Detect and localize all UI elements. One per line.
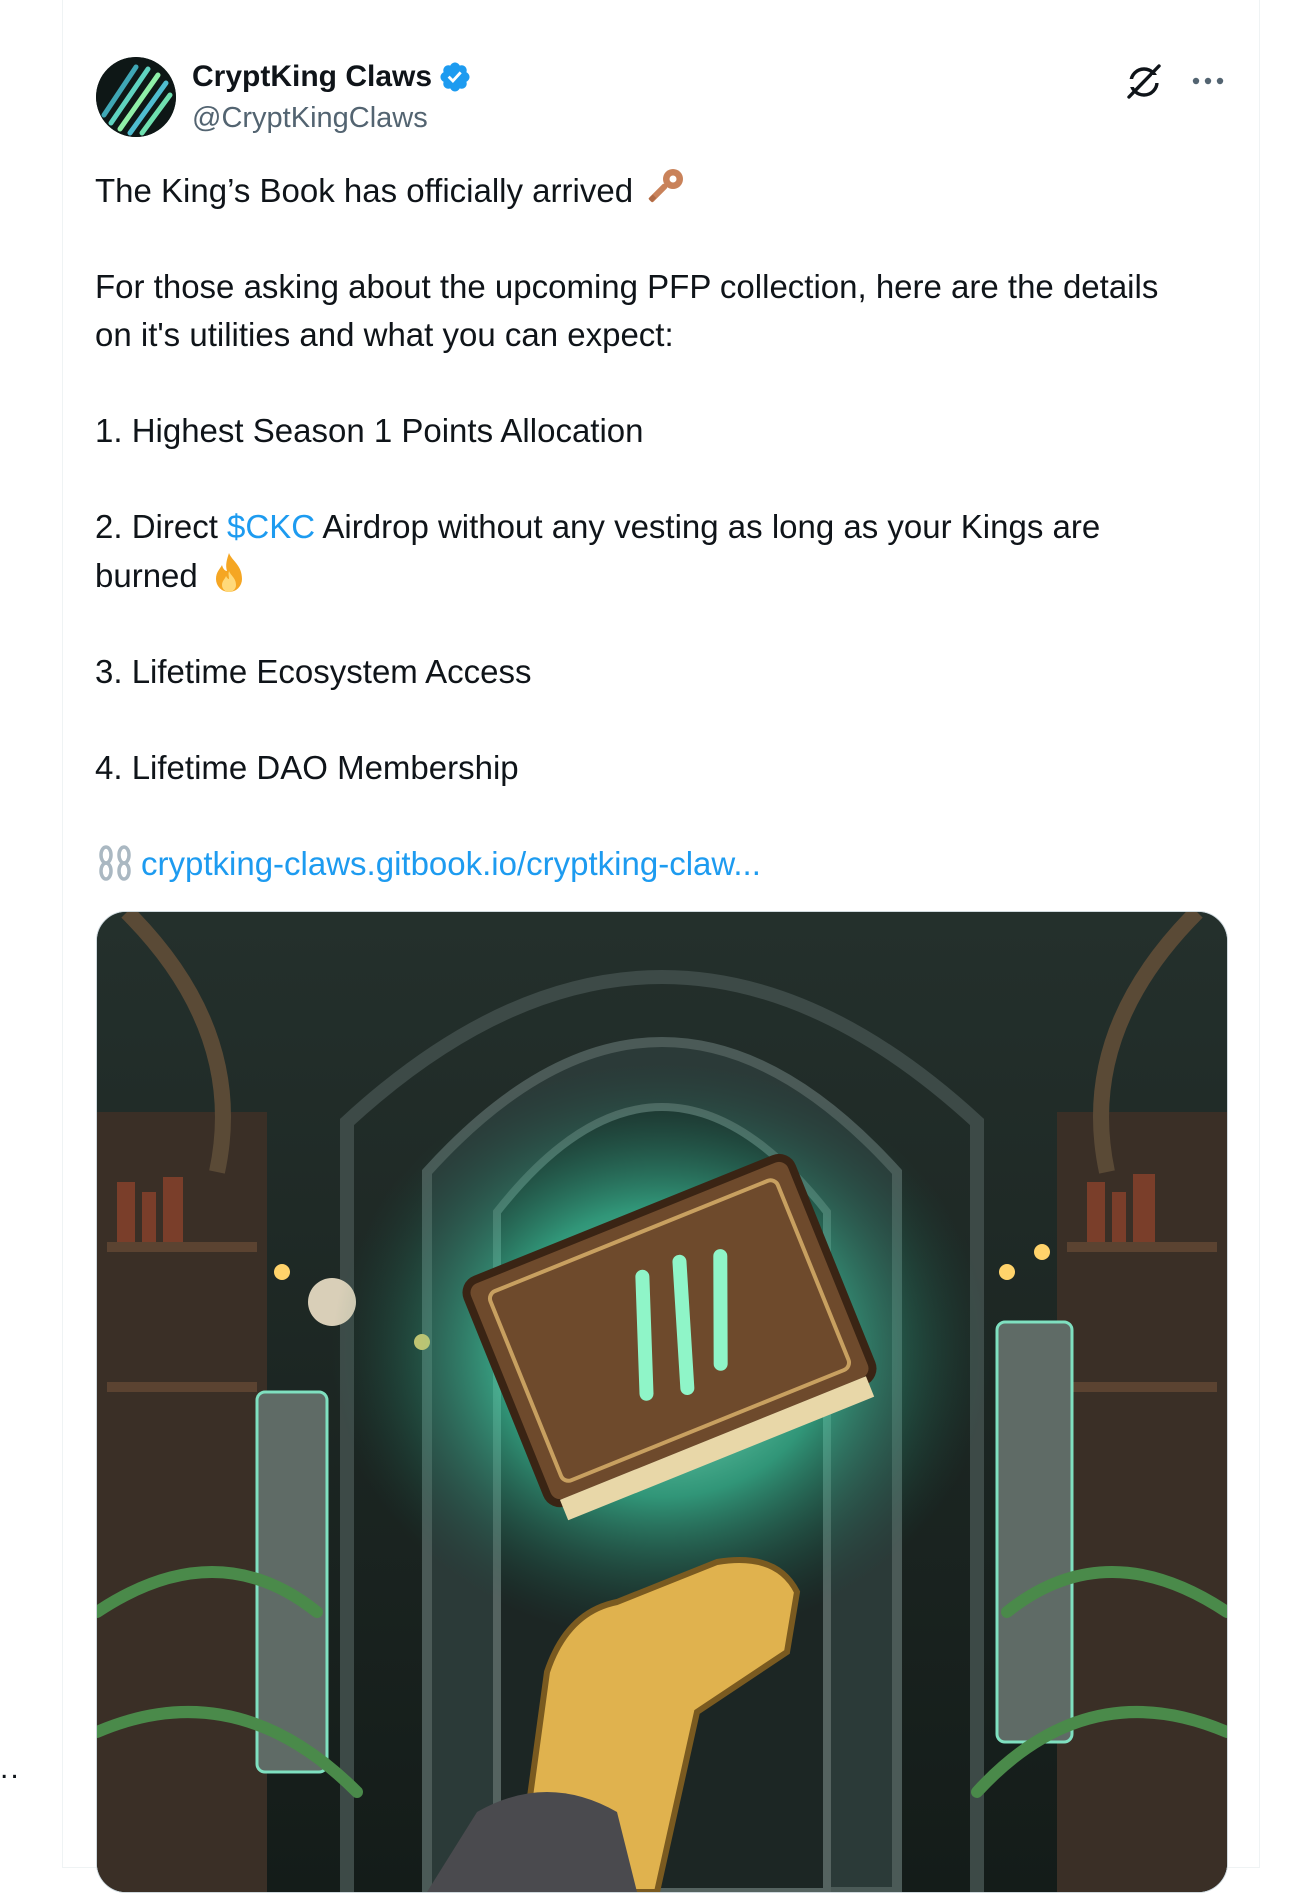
author-name[interactable]: CryptKing Claws bbox=[192, 60, 432, 94]
more-dots-icon bbox=[1192, 77, 1224, 85]
key-emoji-icon bbox=[648, 169, 684, 203]
list-item-1: 1. Highest Season 1 Points Allocation bbox=[95, 412, 644, 449]
list-item-4: 4. Lifetime DAO Membership bbox=[95, 749, 519, 786]
cashtag-link[interactable]: $CKC bbox=[227, 508, 315, 545]
more-options-button[interactable] bbox=[1187, 60, 1229, 102]
left-edge-dots: .. bbox=[0, 1752, 21, 1785]
text-line: The King’s Book has officially arrived bbox=[95, 166, 1235, 215]
glowing-book-illustration-icon bbox=[97, 912, 1227, 1892]
fire-emoji-icon bbox=[215, 553, 242, 592]
external-url-link[interactable]: cryptking-claws.gitbook.io/cryptking-cla… bbox=[141, 845, 761, 882]
list-item-2: 2. Direct $CKC Airdrop without any vesti… bbox=[95, 508, 1101, 545]
claw-stripes-avatar-icon bbox=[96, 57, 176, 137]
tweet-card[interactable]: CryptKing Claws @CryptKingClaws The King… bbox=[62, 0, 1260, 1893]
tweet-text: The King’s Book has officially arrived F… bbox=[95, 166, 1235, 888]
url-line: cryptking-claws.gitbook.io/cryptking-cla… bbox=[95, 840, 1235, 888]
text-line: burned bbox=[95, 551, 1235, 600]
author-avatar[interactable] bbox=[96, 57, 176, 137]
text-line: For those asking about the upcoming PFP … bbox=[95, 268, 1159, 305]
text-line: on it's utilities and what you can expec… bbox=[95, 316, 674, 353]
tweet-media-image[interactable] bbox=[96, 911, 1228, 1893]
list-item-3: 3. Lifetime Ecosystem Access bbox=[95, 653, 532, 690]
slash-circle-icon bbox=[1126, 64, 1162, 99]
verified-badge-icon bbox=[440, 62, 470, 92]
grok-icon[interactable] bbox=[1123, 60, 1165, 102]
chain-link-emoji-icon bbox=[99, 845, 131, 881]
author-handle[interactable]: @CryptKingClaws bbox=[192, 102, 428, 135]
